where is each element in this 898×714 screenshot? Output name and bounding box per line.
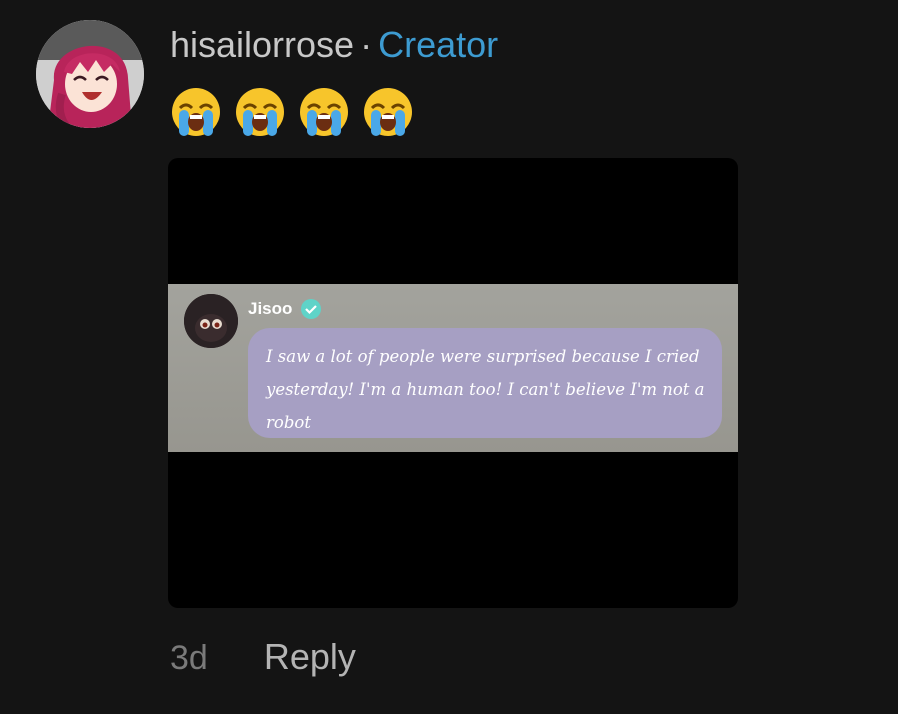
comment-header: hisailorrose · Creator: [170, 24, 498, 66]
post-author-name: Jisoo: [248, 299, 293, 318]
comment-emojis: [170, 86, 414, 138]
loudly-crying-face-icon: [170, 86, 222, 138]
commenter-avatar[interactable]: [36, 20, 144, 128]
comment-item: hisailorrose · Creator Jisoo I saw a lot…: [0, 0, 898, 714]
embedded-post-screenshot: Jisoo I saw a lot of people were surpris…: [168, 284, 738, 452]
loudly-crying-face-icon: [234, 86, 286, 138]
verified-check-icon: [300, 298, 322, 320]
username[interactable]: hisailorrose: [170, 24, 354, 65]
reply-button[interactable]: Reply: [264, 636, 356, 678]
post-author-avatar: [184, 294, 238, 348]
loudly-crying-face-icon: [362, 86, 414, 138]
comment-footer: 3d Reply: [170, 636, 356, 678]
post-message-bubble: I saw a lot of people were surprised bec…: [248, 328, 722, 438]
loudly-crying-face-icon: [298, 86, 350, 138]
separator: ·: [360, 24, 373, 65]
comment-attachment-image[interactable]: Jisoo I saw a lot of people were surpris…: [168, 158, 738, 608]
comment-timestamp: 3d: [170, 639, 208, 677]
creator-badge: Creator: [378, 24, 499, 65]
post-author: Jisoo: [248, 298, 322, 320]
